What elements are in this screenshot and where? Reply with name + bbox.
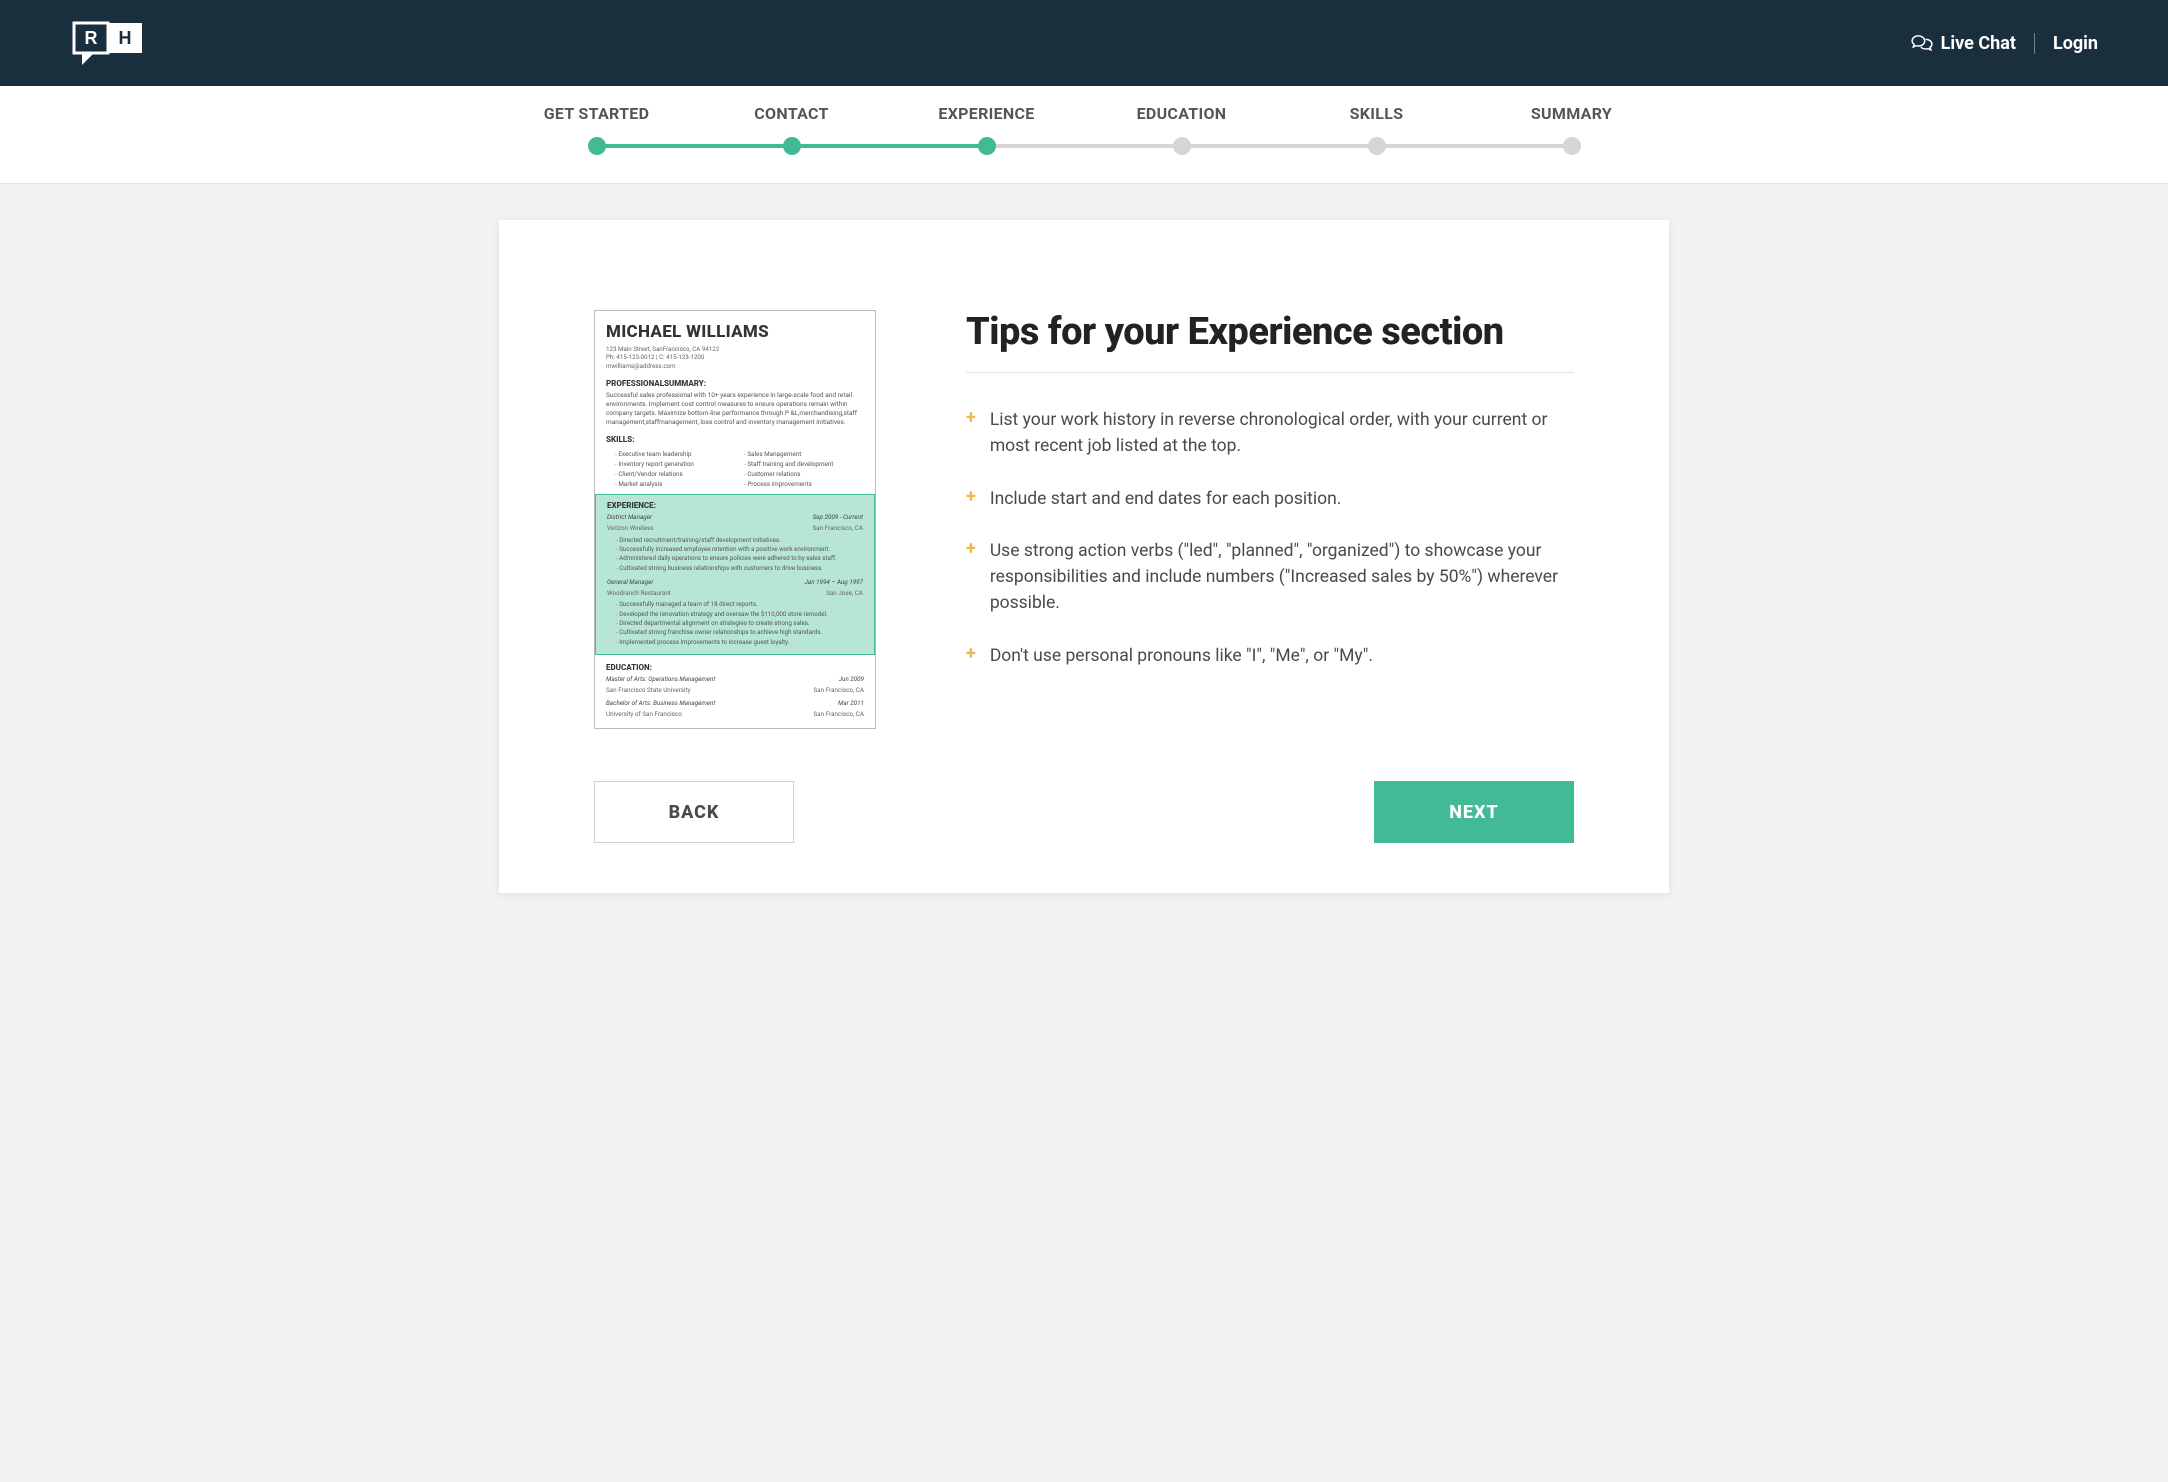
step-connector (792, 144, 987, 148)
plus-icon: + (966, 538, 976, 560)
resume-experience-highlight: EXPERIENCE: District ManagerSep 2009 - C… (595, 494, 875, 655)
chat-icon (1911, 34, 1933, 52)
step-label: SUMMARY (1474, 104, 1669, 123)
tip-text: Don't use personal pronouns like "I", "M… (990, 643, 1373, 669)
tip-text: Include start and end dates for each pos… (990, 486, 1342, 512)
resume-preview: MICHAEL WILLIAMS 123 Main Street, SanFra… (594, 310, 876, 729)
resume-name: MICHAEL WILLIAMS (606, 321, 864, 345)
app-header: R H Live Chat Login (0, 0, 2168, 86)
logo[interactable]: R H (70, 17, 150, 69)
footer-buttons: BACK NEXT (594, 781, 1574, 843)
step-get-started[interactable]: GET STARTED (499, 104, 694, 155)
tip-item: + Include start and end dates for each po… (966, 486, 1574, 512)
step-connector (597, 144, 792, 148)
logo-icon: R H (70, 17, 150, 69)
svg-text:H: H (119, 28, 132, 48)
tip-text: Use strong action verbs ("led", "planned… (990, 538, 1574, 617)
tips-heading: Tips for your Experience section (966, 310, 1574, 373)
step-label: SKILLS (1279, 104, 1474, 123)
login-button[interactable]: Login (2035, 33, 2098, 54)
progress-stepper: GET STARTEDCONTACTEXPERIENCEEDUCATIONSKI… (0, 86, 2168, 184)
tip-item: + Don't use personal pronouns like "I", "… (966, 643, 1574, 669)
main-card: MICHAEL WILLIAMS 123 Main Street, SanFra… (499, 220, 1669, 893)
step-connector (1377, 144, 1572, 148)
live-chat-label: Live Chat (1941, 33, 2016, 54)
step-dot (783, 137, 801, 155)
step-label: EXPERIENCE (889, 104, 1084, 123)
header-actions: Live Chat Login (1911, 33, 2098, 54)
tip-item: + List your work history in reverse chron… (966, 407, 1574, 460)
step-label: CONTACT (694, 104, 889, 123)
plus-icon: + (966, 407, 976, 429)
step-connector (1182, 144, 1377, 148)
step-label: GET STARTED (499, 104, 694, 123)
svg-text:R: R (85, 28, 98, 48)
step-dot (1368, 137, 1386, 155)
step-label: EDUCATION (1084, 104, 1279, 123)
step-connector (987, 144, 1182, 148)
step-dot (1563, 137, 1581, 155)
live-chat-button[interactable]: Live Chat (1911, 33, 2035, 54)
back-button[interactable]: BACK (594, 781, 794, 843)
plus-icon: + (966, 486, 976, 508)
step-dot (588, 137, 606, 155)
plus-icon: + (966, 643, 976, 665)
tip-text: List your work history in reverse chrono… (990, 407, 1574, 460)
step-dot (978, 137, 996, 155)
next-button[interactable]: NEXT (1374, 781, 1574, 843)
step-dot (1173, 137, 1191, 155)
tips-panel: Tips for your Experience section + List y… (966, 310, 1574, 695)
tip-item: + Use strong action verbs ("led", "planne… (966, 538, 1574, 617)
